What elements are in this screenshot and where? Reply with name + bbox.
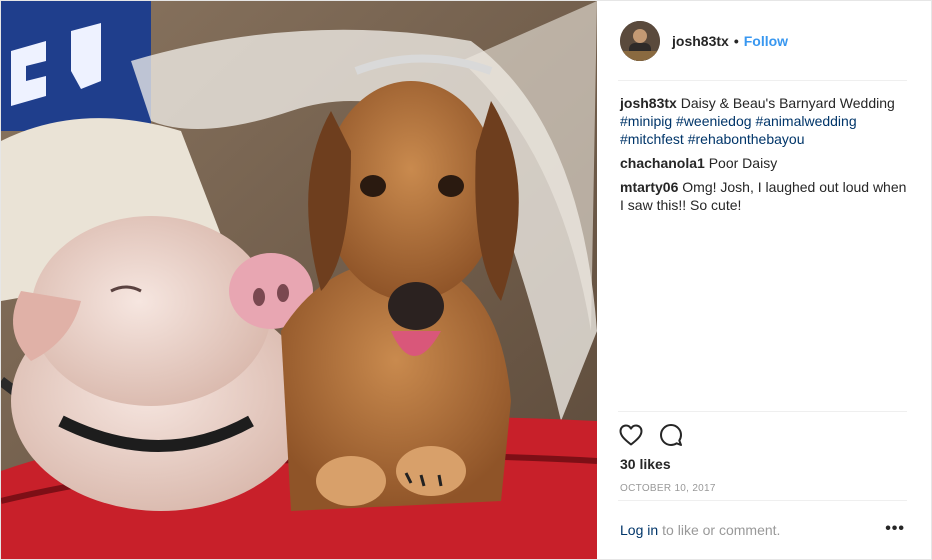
username-link[interactable]: josh83tx [672, 33, 729, 49]
post-photo [1, 1, 597, 559]
login-prompt: Log in to like or comment. ••• [620, 520, 911, 538]
comments-list: josh83tx Daisy & Beau's Barnyard Wedding… [620, 94, 912, 220]
login-link[interactable]: Log in [620, 522, 658, 538]
login-prompt-text: to like or comment. [662, 522, 781, 538]
speech-bubble-icon[interactable] [658, 422, 684, 448]
instagram-post: josh83tx • Follow josh83tx Daisy & Beau'… [0, 0, 932, 560]
hashtag-link[interactable]: #animalwedding [755, 113, 856, 129]
actions-divider [618, 411, 907, 412]
heart-outline-icon[interactable] [618, 422, 644, 448]
footer-divider [618, 500, 907, 501]
hashtag-link[interactable]: #rehabonthebayou [688, 131, 805, 147]
post-header: josh83tx • Follow [598, 1, 931, 81]
hashtag-link[interactable]: #mitchfest [620, 131, 684, 147]
comment-username[interactable]: mtarty06 [620, 179, 678, 195]
caption: josh83tx Daisy & Beau's Barnyard Wedding… [620, 94, 912, 148]
follow-button[interactable]: Follow [744, 33, 788, 49]
separator-dot: • [733, 33, 739, 49]
ellipsis-icon[interactable]: ••• [885, 520, 905, 538]
hashtag-link[interactable]: #weeniedog [676, 113, 752, 129]
comment-text: Poor Daisy [708, 155, 778, 171]
avatar-photo [620, 21, 660, 61]
header-text: josh83tx • Follow [672, 33, 788, 49]
pig-and-dog-wedding-photo [1, 1, 597, 559]
header-divider [618, 80, 907, 81]
hashtag-link[interactable]: #minipig [620, 113, 672, 129]
caption-username[interactable]: josh83tx [620, 95, 677, 111]
action-bar [618, 422, 698, 448]
comment-item: chachanola1 Poor Daisy [620, 154, 912, 172]
likes-count[interactable]: 30 likes [620, 456, 671, 472]
comment-username[interactable]: chachanola1 [620, 155, 705, 171]
comment-item: mtarty06 Omg! Josh, I laughed out loud w… [620, 178, 912, 214]
post-sidebar: josh83tx • Follow josh83tx Daisy & Beau'… [598, 1, 931, 559]
avatar[interactable] [620, 21, 660, 61]
caption-text: Daisy & Beau's Barnyard Wedding [680, 95, 895, 111]
post-date: OCTOBER 10, 2017 [620, 483, 716, 494]
